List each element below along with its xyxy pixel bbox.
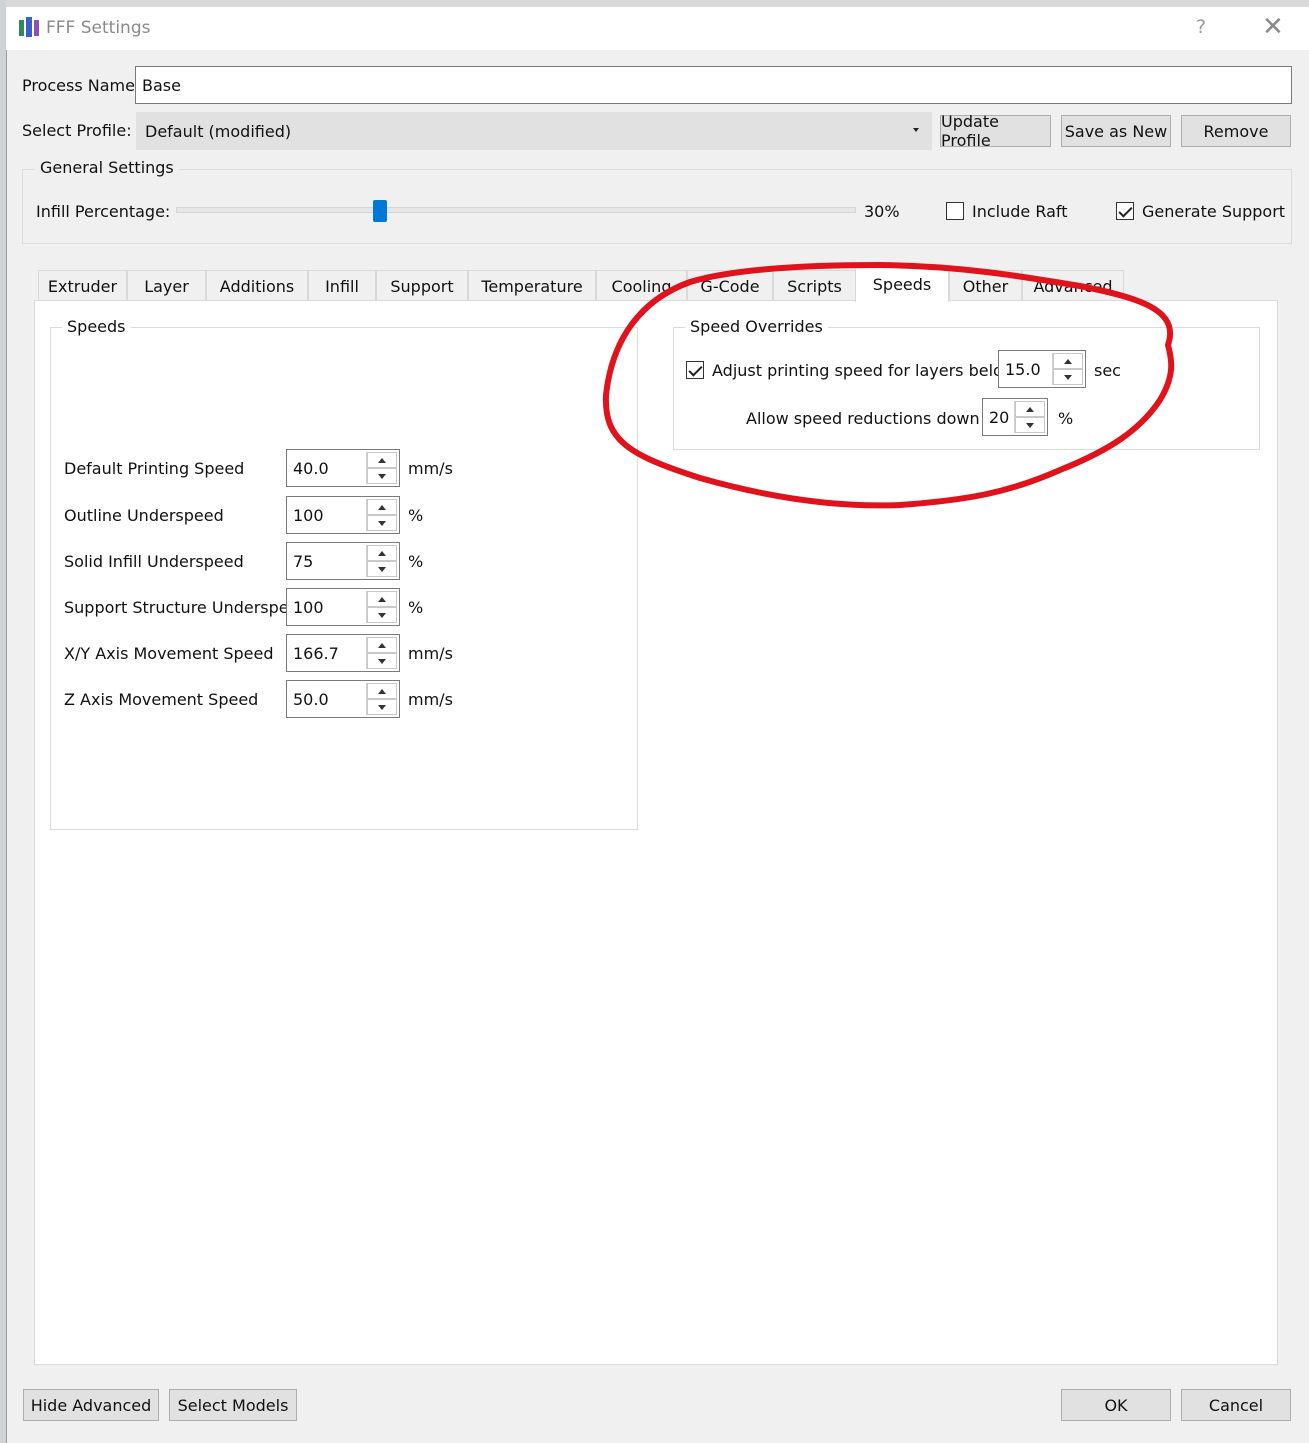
z-axis-movement-speed-unit: mm/s (408, 690, 453, 709)
support-structure-underspeed-unit: % (408, 598, 424, 617)
generate-support-checkbox[interactable] (1116, 202, 1134, 220)
support-structure-underspeed-value: 100 (293, 597, 324, 617)
default-printing-speed-unit: mm/s (408, 459, 453, 478)
solid-infill-underspeed-spinbox[interactable]: 75 (286, 542, 400, 580)
support-structure-underspeed-label: Support Structure Underspeed (64, 598, 309, 617)
dropdown-arrow-icon (913, 128, 919, 132)
close-button[interactable]: ✕ (1262, 12, 1284, 42)
tab-infill[interactable]: Infill (308, 270, 376, 301)
spin-down-icon[interactable] (367, 561, 397, 577)
support-structure-underspeed-spinbox[interactable]: 100 (286, 588, 400, 626)
tab-extruder[interactable]: Extruder (38, 270, 127, 301)
default-printing-speed-spinbox[interactable]: 40.0 (286, 449, 400, 487)
outline-underspeed-value: 100 (293, 505, 324, 525)
infill-percentage-value: 30% (864, 202, 900, 221)
spin-up-icon[interactable] (367, 545, 397, 561)
speeds-group-title: Speeds (62, 317, 131, 336)
outline-underspeed-unit: % (408, 506, 424, 525)
z-axis-movement-speed-value: 50.0 (293, 689, 329, 709)
spin-down-icon[interactable] (367, 653, 397, 669)
app-icon (18, 16, 40, 38)
tab-other[interactable]: Other (949, 270, 1022, 301)
profile-selected-value: Default (modified) (145, 121, 292, 141)
solid-infill-underspeed-unit: % (408, 552, 424, 571)
xy-axis-movement-speed-label: X/Y Axis Movement Speed (64, 644, 274, 663)
tab-temperature[interactable]: Temperature (468, 270, 596, 301)
solid-infill-underspeed-label: Solid Infill Underspeed (64, 552, 244, 571)
spin-up-icon[interactable] (367, 591, 397, 607)
xy-axis-movement-speed-value: 166.7 (293, 643, 339, 663)
spin-up-icon[interactable] (1053, 353, 1083, 369)
ok-button[interactable]: OK (1061, 1389, 1171, 1421)
process-name-label: Process Name: (22, 76, 141, 95)
spin-down-icon[interactable] (367, 607, 397, 623)
speed-overrides-title: Speed Overrides (685, 317, 828, 336)
infill-slider-handle[interactable] (373, 200, 387, 222)
speed-reduction-value: 20 (989, 407, 1010, 427)
title-bar (6, 7, 1309, 50)
tab-support[interactable]: Support (376, 270, 468, 301)
speed-reduction-spinbox[interactable]: 20 (982, 398, 1048, 436)
z-axis-movement-speed-label: Z Axis Movement Speed (64, 690, 259, 709)
tab-scripts[interactable]: Scripts (773, 270, 856, 301)
profile-select[interactable]: Default (modified) (136, 112, 932, 150)
select-models-button[interactable]: Select Models (169, 1389, 297, 1421)
spin-down-icon[interactable] (367, 515, 397, 531)
process-name-value: Base (142, 75, 181, 95)
spin-up-icon[interactable] (367, 683, 397, 699)
tab-cooling[interactable]: Cooling (596, 270, 687, 301)
save-as-new-button[interactable]: Save as New (1061, 115, 1171, 147)
help-button[interactable]: ? (1196, 16, 1206, 38)
adjust-speed-label: Adjust printing speed for layers below (712, 361, 1016, 380)
cancel-button[interactable]: Cancel (1181, 1389, 1291, 1421)
speed-overrides-group (673, 327, 1260, 450)
solid-infill-underspeed-value: 75 (293, 551, 314, 571)
select-profile-label: Select Profile: (22, 121, 132, 140)
spin-down-icon[interactable] (1015, 417, 1045, 433)
z-axis-movement-speed-spinbox[interactable]: 50.0 (286, 680, 400, 718)
speed-reduction-unit: % (1058, 409, 1074, 428)
spin-up-icon[interactable] (1015, 401, 1045, 417)
generate-support-label: Generate Support (1142, 202, 1286, 221)
infill-percentage-label: Infill Percentage: (36, 202, 171, 221)
adjust-speed-value: 15.0 (1005, 359, 1041, 379)
adjust-speed-spinbox[interactable]: 15.0 (998, 350, 1086, 388)
spin-down-icon[interactable] (367, 468, 397, 484)
spin-up-icon[interactable] (367, 499, 397, 515)
general-settings-title: General Settings (35, 158, 179, 177)
infill-slider-track[interactable] (176, 207, 856, 213)
adjust-speed-checkbox[interactable] (686, 361, 704, 379)
tab-additions[interactable]: Additions (206, 270, 308, 301)
hide-advanced-button[interactable]: Hide Advanced (23, 1389, 159, 1421)
adjust-speed-unit: sec (1094, 361, 1121, 380)
speed-reduction-label: Allow speed reductions down to (746, 409, 1001, 428)
update-profile-button[interactable]: Update Profile (940, 112, 1051, 150)
spin-down-icon[interactable] (1053, 369, 1083, 385)
remove-button[interactable]: Remove (1181, 115, 1291, 147)
outline-underspeed-spinbox[interactable]: 100 (286, 496, 400, 534)
process-name-input[interactable]: Base (135, 66, 1292, 104)
spin-up-icon[interactable] (367, 637, 397, 653)
background-window-strip (0, 0, 1309, 7)
tab-g-code[interactable]: G-Code (687, 270, 773, 301)
spin-down-icon[interactable] (367, 699, 397, 715)
default-printing-speed-label: Default Printing Speed (64, 459, 245, 478)
include-raft-label: Include Raft (972, 202, 1068, 221)
tab-speeds[interactable]: Speeds (855, 266, 949, 302)
tab-advanced[interactable]: Advanced (1022, 270, 1124, 301)
window-title: FFF Settings (46, 18, 151, 38)
spin-up-icon[interactable] (367, 452, 397, 468)
xy-axis-movement-speed-spinbox[interactable]: 166.7 (286, 634, 400, 672)
outline-underspeed-label: Outline Underspeed (64, 506, 224, 525)
xy-axis-movement-speed-unit: mm/s (408, 644, 453, 663)
default-printing-speed-value: 40.0 (293, 458, 329, 478)
include-raft-checkbox[interactable] (946, 202, 964, 220)
tab-layer[interactable]: Layer (127, 270, 206, 301)
